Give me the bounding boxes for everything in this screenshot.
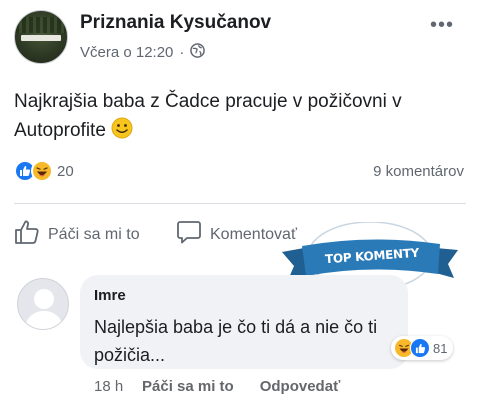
default-avatar-icon[interactable] [17,278,69,330]
more-icon[interactable]: ••• [430,14,454,37]
post-text-content: Najkrajšia baba z Čadce pracuje v požičo… [14,91,402,141]
comment-reaction-count: 81 [433,340,448,356]
haha-reaction-icon [31,160,53,182]
comment-reply-link[interactable]: Odpovedať [260,378,341,395]
like-reaction-icon [410,338,430,358]
reaction-summary[interactable]: 20 [14,160,74,182]
comment-reactions[interactable]: 81 [391,336,454,360]
smile-emoji-icon [111,117,133,148]
post-text: Najkrajšia baba z Čadce pracuje v požičo… [14,87,454,148]
comment-like-link[interactable]: Páči sa mi to [142,378,234,395]
post-meta: Včera o 12:20 · [80,43,206,62]
comment-footer: 18 h Páči sa mi to Odpovedať [94,378,366,395]
post-timestamp[interactable]: Včera o 12:20 [80,44,173,61]
comment-outline-icon [176,219,202,250]
comment-time[interactable]: 18 h [94,378,142,395]
page-avatar[interactable] [14,10,68,64]
like-button-label: Páči sa mi to [48,225,140,243]
page-name[interactable]: Priznania Kysučanov [80,12,271,34]
divider [14,203,466,204]
meta-separator: · [179,44,185,61]
like-outline-icon [14,219,40,250]
reaction-count: 20 [57,162,74,180]
comment-author[interactable]: Imre [94,287,126,304]
comment-text: Najlepšia baba je čo ti dá a nie čo ti p… [94,317,378,365]
comments-count[interactable]: 9 komentárov [373,163,464,180]
like-button[interactable]: Páči sa mi to [14,219,140,250]
avatar-trees-decoration [15,17,67,33]
globe-icon [190,43,206,62]
comment-bubble: Imre Najlepšia baba je čo ti dá a nie čo… [80,275,408,369]
avatar-banner-decoration [21,35,61,41]
